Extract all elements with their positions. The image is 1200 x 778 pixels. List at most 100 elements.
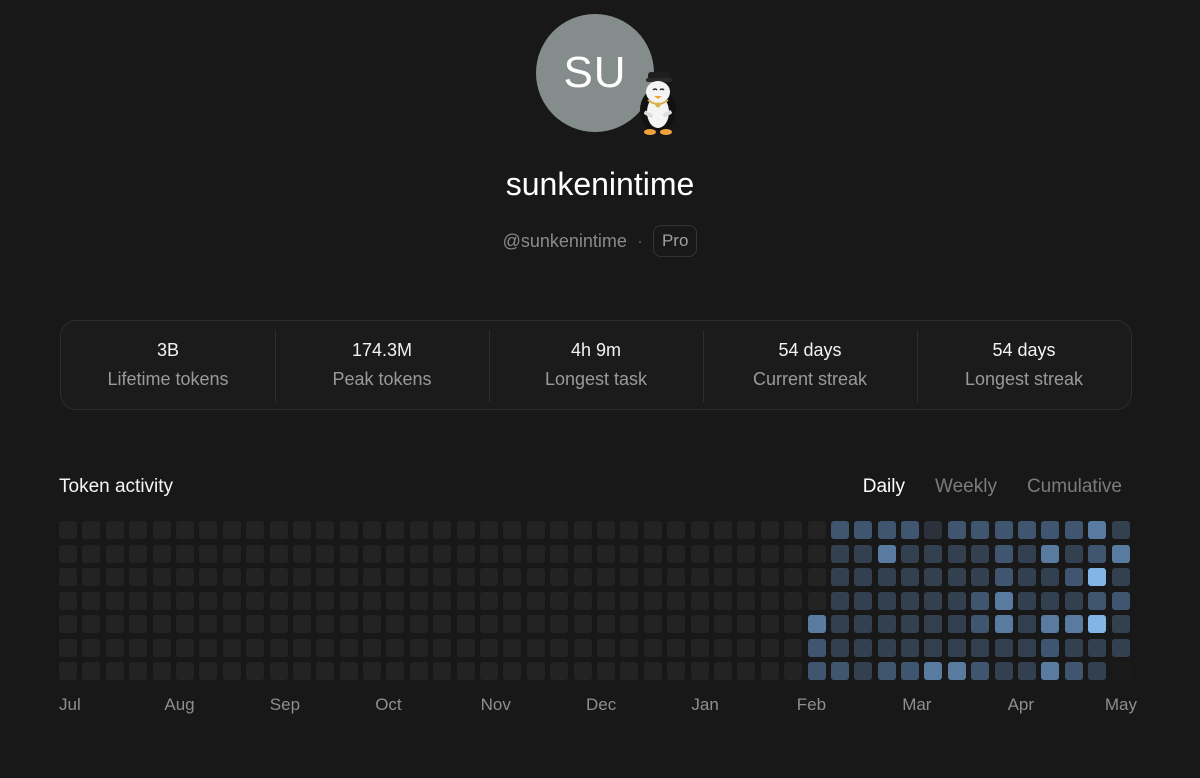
activity-day-cell[interactable] [503, 521, 522, 539]
activity-day-cell[interactable] [152, 568, 171, 586]
activity-day-cell[interactable] [292, 521, 311, 539]
activity-day-cell[interactable] [222, 544, 241, 563]
activity-day-cell[interactable] [807, 615, 826, 633]
activity-day-cell[interactable] [1064, 544, 1083, 563]
activity-day-cell[interactable] [947, 615, 966, 633]
activity-day-cell[interactable] [456, 662, 475, 680]
activity-day-cell[interactable] [222, 568, 241, 586]
activity-day-cell[interactable] [105, 615, 124, 633]
activity-day-cell[interactable] [503, 662, 522, 680]
activity-day-cell[interactable] [526, 662, 545, 680]
activity-day-cell[interactable] [59, 568, 77, 586]
activity-day-cell[interactable] [573, 662, 592, 680]
activity-day-cell[interactable] [830, 521, 849, 539]
activity-day-cell[interactable] [292, 662, 311, 680]
activity-day-cell[interactable] [924, 544, 943, 563]
activity-day-cell[interactable] [994, 568, 1013, 586]
activity-day-cell[interactable] [1064, 568, 1083, 586]
activity-day-cell[interactable] [316, 638, 335, 657]
activity-day-cell[interactable] [807, 591, 826, 610]
activity-day-cell[interactable] [901, 568, 920, 586]
activity-day-cell[interactable] [573, 568, 592, 586]
activity-day-cell[interactable] [784, 544, 803, 563]
activity-day-cell[interactable] [386, 568, 405, 586]
activity-day-cell[interactable] [807, 568, 826, 586]
activity-day-cell[interactable] [947, 638, 966, 657]
activity-day-cell[interactable] [480, 591, 499, 610]
activity-day-cell[interactable] [1018, 521, 1037, 539]
activity-day-cell[interactable] [924, 568, 943, 586]
activity-day-cell[interactable] [175, 521, 194, 539]
activity-day-cell[interactable] [105, 638, 124, 657]
activity-day-cell[interactable] [152, 615, 171, 633]
activity-day-cell[interactable] [409, 544, 428, 563]
activity-day-cell[interactable] [737, 662, 756, 680]
activity-day-cell[interactable] [690, 568, 709, 586]
activity-day-cell[interactable] [830, 615, 849, 633]
activity-day-cell[interactable] [690, 638, 709, 657]
tab-cumulative[interactable]: Cumulative [1027, 476, 1122, 498]
activity-day-cell[interactable] [877, 568, 896, 586]
activity-day-cell[interactable] [971, 662, 990, 680]
activity-day-cell[interactable] [59, 544, 77, 563]
activity-day-cell[interactable] [316, 521, 335, 539]
activity-day-cell[interactable] [1041, 662, 1060, 680]
activity-day-cell[interactable] [1111, 568, 1130, 586]
activity-day-cell[interactable] [222, 662, 241, 680]
activity-day-cell[interactable] [713, 544, 732, 563]
activity-day-cell[interactable] [550, 662, 569, 680]
activity-day-cell[interactable] [596, 638, 615, 657]
activity-day-cell[interactable] [82, 638, 101, 657]
activity-day-cell[interactable] [269, 591, 288, 610]
activity-day-cell[interactable] [620, 521, 639, 539]
activity-day-cell[interactable] [199, 568, 218, 586]
activity-day-cell[interactable] [713, 521, 732, 539]
activity-day-cell[interactable] [269, 662, 288, 680]
activity-day-cell[interactable] [573, 544, 592, 563]
activity-day-cell[interactable] [105, 568, 124, 586]
activity-day-cell[interactable] [480, 568, 499, 586]
activity-day-cell[interactable] [807, 521, 826, 539]
activity-day-cell[interactable] [1018, 638, 1037, 657]
activity-day-cell[interactable] [1041, 638, 1060, 657]
activity-day-cell[interactable] [550, 521, 569, 539]
activity-day-cell[interactable] [82, 568, 101, 586]
activity-day-cell[interactable] [1064, 615, 1083, 633]
activity-day-cell[interactable] [620, 638, 639, 657]
activity-day-cell[interactable] [105, 544, 124, 563]
activity-day-cell[interactable] [901, 591, 920, 610]
activity-day-cell[interactable] [386, 521, 405, 539]
activity-day-cell[interactable] [59, 638, 77, 657]
activity-day-cell[interactable] [152, 521, 171, 539]
activity-day-cell[interactable] [1064, 662, 1083, 680]
activity-day-cell[interactable] [82, 521, 101, 539]
activity-day-cell[interactable] [199, 521, 218, 539]
activity-day-cell[interactable] [433, 662, 452, 680]
activity-day-cell[interactable] [690, 615, 709, 633]
activity-day-cell[interactable] [433, 591, 452, 610]
activity-day-cell[interactable] [129, 544, 148, 563]
activity-day-cell[interactable] [1088, 638, 1107, 657]
activity-day-cell[interactable] [924, 521, 943, 539]
activity-day-cell[interactable] [830, 662, 849, 680]
activity-day-cell[interactable] [1064, 591, 1083, 610]
activity-day-cell[interactable] [456, 615, 475, 633]
activity-day-cell[interactable] [1111, 591, 1130, 610]
activity-day-cell[interactable] [480, 521, 499, 539]
activity-day-cell[interactable] [363, 568, 382, 586]
activity-day-cell[interactable] [830, 568, 849, 586]
activity-day-cell[interactable] [643, 662, 662, 680]
activity-day-cell[interactable] [994, 615, 1013, 633]
activity-day-cell[interactable] [105, 662, 124, 680]
activity-day-cell[interactable] [713, 591, 732, 610]
activity-day-cell[interactable] [667, 544, 686, 563]
activity-day-cell[interactable] [269, 615, 288, 633]
activity-day-cell[interactable] [596, 662, 615, 680]
activity-day-cell[interactable] [1111, 615, 1130, 633]
activity-day-cell[interactable] [409, 638, 428, 657]
activity-day-cell[interactable] [760, 662, 779, 680]
activity-day-cell[interactable] [152, 591, 171, 610]
activity-day-cell[interactable] [129, 662, 148, 680]
activity-day-cell[interactable] [550, 544, 569, 563]
activity-day-cell[interactable] [760, 615, 779, 633]
